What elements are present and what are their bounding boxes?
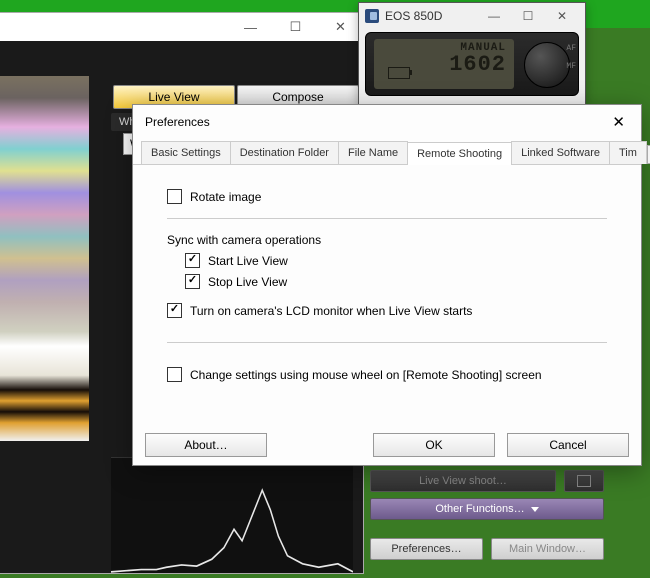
turn-on-lcd-label: Turn on camera's LCD monitor when Live V… xyxy=(190,304,472,318)
camera-icon xyxy=(577,475,591,487)
preferences-dialog: Preferences ✕ Basic Settings Destination… xyxy=(132,104,642,466)
mouse-wheel-label: Change settings using mouse wheel on [Re… xyxy=(190,368,542,382)
tab-time[interactable]: Tim xyxy=(609,141,647,164)
close-button[interactable]: ✕ xyxy=(318,13,363,41)
tab-linked-software[interactable]: Linked Software xyxy=(511,141,610,164)
ok-button[interactable]: OK xyxy=(373,433,495,457)
rotate-image-checkbox[interactable] xyxy=(167,189,182,204)
mouse-wheel-checkbox[interactable] xyxy=(167,367,182,382)
histogram xyxy=(111,457,353,573)
other-functions-dropdown[interactable]: Other Functions… xyxy=(370,498,604,520)
af-label: AF xyxy=(566,43,576,55)
turn-on-lcd-checkbox[interactable] xyxy=(167,303,182,318)
cam-close-button[interactable]: ✕ xyxy=(545,9,579,23)
image-preview xyxy=(0,76,89,441)
cancel-button[interactable]: Cancel xyxy=(507,433,629,457)
preferences-button[interactable]: Preferences… xyxy=(370,538,483,560)
live-view-shoot-button[interactable]: Live View shoot… xyxy=(370,470,556,492)
cam-maximize-button[interactable]: ☐ xyxy=(511,9,545,23)
cam-minimize-button[interactable]: — xyxy=(477,9,511,23)
camera-status-window: EOS 850D — ☐ ✕ MANUAL 1602 AF MF xyxy=(358,2,586,105)
start-live-view-checkbox[interactable] xyxy=(185,253,200,268)
control-dial[interactable] xyxy=(524,42,570,88)
start-live-view-label: Start Live View xyxy=(208,254,288,268)
chevron-down-icon xyxy=(531,507,539,512)
main-window-button[interactable]: Main Window… xyxy=(491,538,604,560)
main-titlebar: — ☐ ✕ xyxy=(0,13,363,42)
tab-remote-shooting[interactable]: Remote Shooting xyxy=(407,142,512,165)
stop-live-view-label: Stop Live View xyxy=(208,275,287,289)
camera-app-icon xyxy=(365,9,379,23)
battery-icon xyxy=(388,67,410,79)
preferences-tabstrip: Basic Settings Destination Folder File N… xyxy=(133,141,641,165)
rotate-image-label: Rotate image xyxy=(190,190,261,204)
dialog-title: Preferences xyxy=(145,115,210,129)
minimize-button[interactable]: — xyxy=(228,13,273,41)
tab-file-name[interactable]: File Name xyxy=(338,141,408,164)
camera-window-title: EOS 850D xyxy=(385,9,442,23)
live-view-shoot-aux-button[interactable] xyxy=(564,470,604,492)
stop-live-view-checkbox[interactable] xyxy=(185,274,200,289)
sync-operations-label: Sync with camera operations xyxy=(167,233,607,247)
tab-destination-folder[interactable]: Destination Folder xyxy=(230,141,339,164)
mf-label: MF xyxy=(566,61,576,73)
about-button[interactable]: About… xyxy=(145,433,267,457)
dialog-close-button[interactable]: ✕ xyxy=(606,113,631,131)
maximize-button[interactable]: ☐ xyxy=(273,13,318,41)
tab-basic-settings[interactable]: Basic Settings xyxy=(141,141,231,164)
camera-lcd: MANUAL 1602 AF MF xyxy=(365,32,579,96)
